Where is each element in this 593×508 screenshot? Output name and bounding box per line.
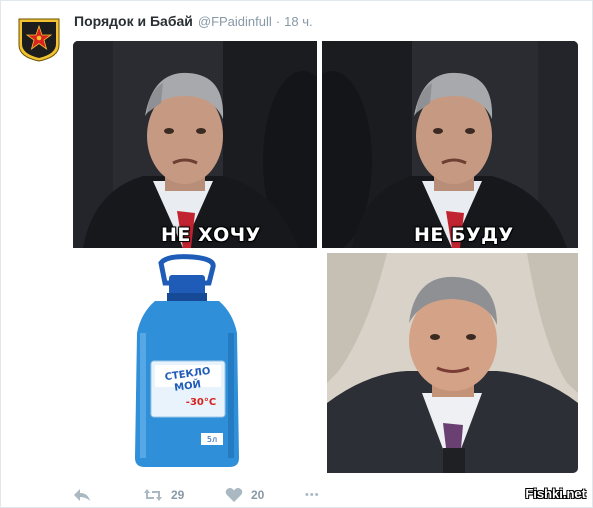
media-grid[interactable]: НЕ ХОЧУ НЕ БУДУ СТЕКЛО МОЙ -30°С 5л — [73, 41, 578, 473]
panel-caption: НЕ БУДУ — [414, 224, 514, 246]
tweet-actions: 29 20 ••• — [73, 485, 513, 505]
watermark: Fishki.net — [525, 486, 586, 501]
avatar[interactable] — [15, 15, 63, 63]
retweet-count: 29 — [171, 488, 185, 502]
media-panel-1[interactable]: НЕ ХОЧУ — [73, 41, 317, 248]
media-panel-2[interactable]: НЕ БУДУ — [322, 41, 578, 248]
frowning-man-image — [73, 41, 317, 248]
author-handle[interactable]: @FPaidinfull — [198, 14, 272, 29]
washer-fluid-bottle-image: СТЕКЛО МОЙ -30°С 5л — [73, 253, 322, 473]
frowning-man-image — [322, 41, 578, 248]
heart-icon — [225, 488, 243, 502]
bottle-temp: -30°С — [186, 397, 216, 408]
retweet-button[interactable]: 29 — [143, 487, 225, 503]
smiling-man-image — [327, 253, 578, 473]
more-button[interactable]: ••• — [305, 489, 345, 501]
panel-caption: НЕ ХОЧУ — [161, 224, 261, 246]
retweet-icon — [144, 489, 162, 501]
tweet-card[interactable]: Порядок и Бабай @FPaidinfull · 18 ч. НЕ … — [0, 0, 593, 508]
bottle-volume: 5л — [207, 435, 217, 444]
media-panel-3[interactable]: СТЕКЛО МОЙ -30°С 5л — [73, 253, 322, 473]
reply-button[interactable] — [73, 487, 143, 503]
timestamp[interactable]: 18 ч. — [284, 14, 312, 29]
media-panel-4[interactable] — [327, 253, 578, 473]
tweet-header: Порядок и Бабай @FPaidinfull · 18 ч. — [74, 13, 313, 33]
like-button[interactable]: 20 — [225, 487, 305, 503]
more-icon: ••• — [305, 489, 320, 501]
author-name[interactable]: Порядок и Бабай — [74, 13, 193, 29]
separator: · — [275, 14, 281, 29]
like-count: 20 — [251, 488, 265, 502]
reply-icon — [74, 489, 90, 501]
soviet-star-emblem-icon — [18, 18, 60, 62]
